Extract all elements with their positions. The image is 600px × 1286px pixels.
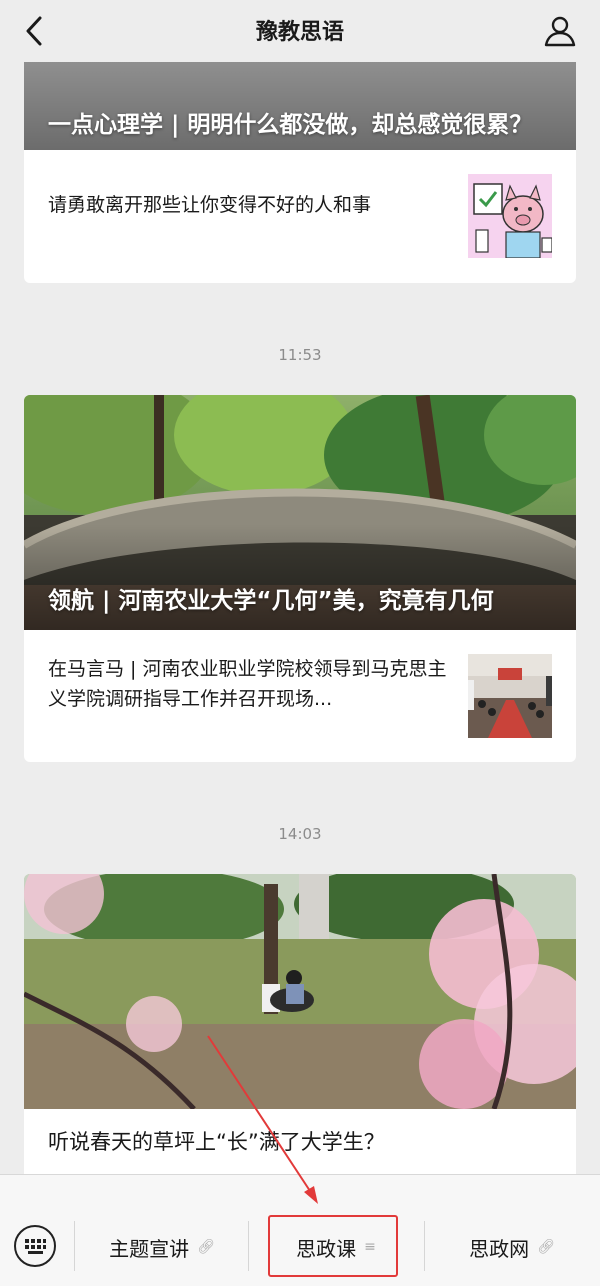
timestamp: 14:03 [278, 825, 322, 843]
highlight-box [268, 1215, 398, 1277]
article-hero-2[interactable]: 领航 | 河南农业大学“几何”美，究竟有几何 [24, 395, 576, 630]
article-hero-3[interactable] [24, 874, 576, 1109]
article-sub-item-1[interactable]: 请勇敢离开那些让你变得不好的人和事 [24, 150, 576, 260]
keyboard-icon[interactable] [14, 1225, 56, 1267]
link-icon: 🔗︎ [537, 1239, 555, 1255]
cartoon-pig-thumbnail [468, 174, 552, 258]
menu-item-ideology-web[interactable]: 思政网 🔗︎ [428, 1223, 596, 1271]
article-sub-item-2[interactable]: 在马言马 | 河南农业职业学院校领导到马克思主义学院调研指导工作并召开现场... [24, 630, 576, 762]
article-card-3[interactable]: 听说春天的草坪上“长”满了大学生？ [24, 874, 576, 1174]
profile-icon[interactable] [542, 14, 578, 48]
article-hero-1[interactable]: 一点心理学 | 明明什么都没做，却总感觉很累？ [24, 62, 576, 150]
menu-item-label: 主题宣讲 [109, 1236, 190, 1261]
top-bar: 豫教思语 [0, 0, 600, 62]
article-card-1[interactable]: 一点心理学 | 明明什么都没做，却总感觉很累？ 请勇敢离开那些让你变得不好的人和… [24, 62, 576, 283]
article-hero-title[interactable]: 一点心理学 | 明明什么都没做，却总感觉很累？ [48, 106, 552, 144]
bottom-menu-bar: 主题宣讲 🔗︎ 思政课 ≡ 思政网 🔗︎ [0, 1174, 600, 1286]
meeting-room-thumbnail [468, 654, 552, 738]
spring-lawn-image [24, 874, 576, 1109]
page-title: 豫教思语 [255, 20, 344, 45]
menu-divider [74, 1221, 75, 1271]
message-feed[interactable]: 一点心理学 | 明明什么都没做，却总感觉很累？ 请勇敢离开那些让你变得不好的人和… [0, 62, 600, 1174]
menu-item-label: 思政网 [469, 1236, 530, 1261]
article-card-2[interactable]: 领航 | 河南农业大学“几何”美，究竟有几何 在马言马 | 河南农业职业学院校领… [24, 395, 576, 762]
article-hero-title[interactable]: 领航 | 河南农业大学“几何”美，究竟有几何 [48, 582, 552, 620]
menu-divider [424, 1221, 425, 1271]
article-sub-title[interactable]: 请勇敢离开那些让你变得不好的人和事 [48, 190, 448, 220]
article-sub-title[interactable]: 在马言马 | 河南农业职业学院校领导到马克思主义学院调研指导工作并召开现场... [48, 654, 448, 714]
link-icon: 🔗︎ [197, 1239, 215, 1255]
article-title[interactable]: 听说春天的草坪上“长”满了大学生？ [48, 1127, 552, 1157]
menu-item-theme-lecture[interactable]: 主题宣讲 🔗︎ [78, 1223, 246, 1271]
menu-divider [248, 1221, 249, 1271]
timestamp: 11:53 [278, 346, 322, 364]
